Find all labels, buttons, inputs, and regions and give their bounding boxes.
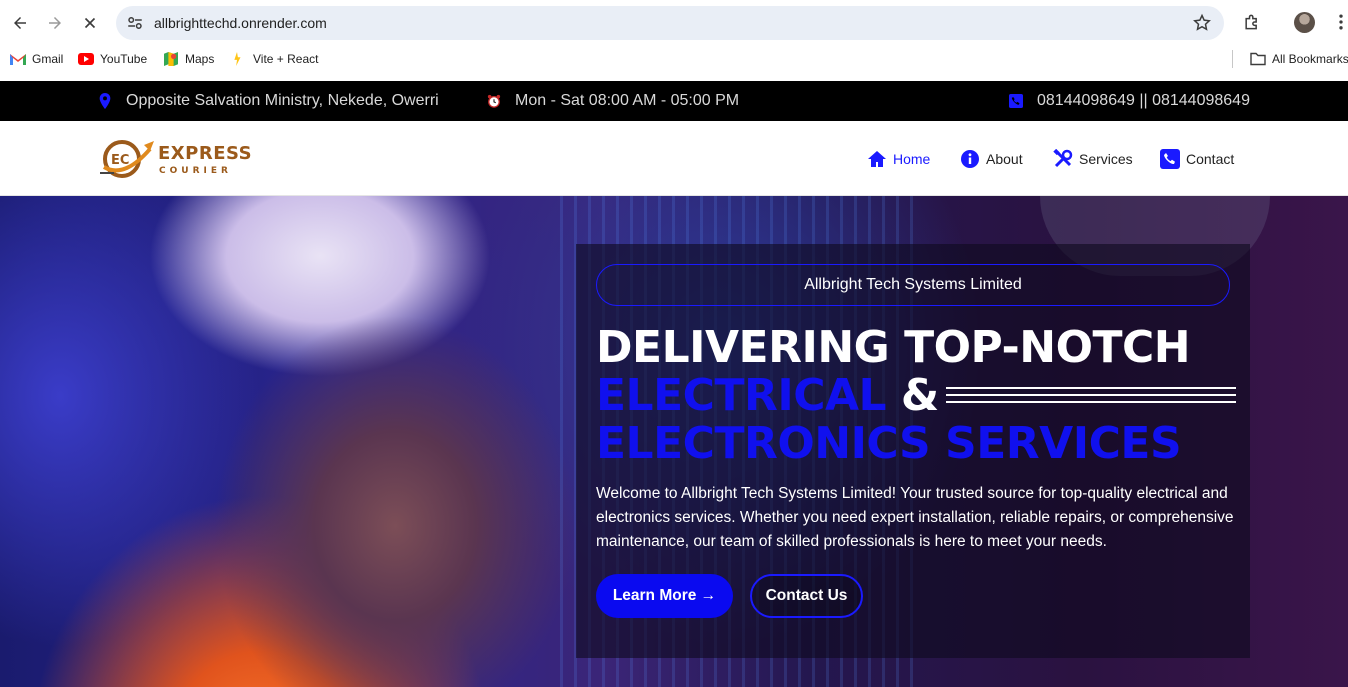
nav-about[interactable]: About <box>960 149 1023 169</box>
phone-icon <box>1160 149 1180 169</box>
topbar-hours: Mon - Sat 08:00 AM - 05:00 PM <box>487 92 739 110</box>
profile-avatar[interactable] <box>1294 12 1315 33</box>
hero-content-panel: Allbright Tech Systems Limited DELIVERIN… <box>576 244 1250 658</box>
headline-line1: DELIVERING TOP-NOTCH <box>596 322 1191 373</box>
bookmark-youtube[interactable]: YouTube <box>78 52 147 66</box>
tools-icon <box>1053 149 1073 168</box>
phone-square-icon <box>1009 94 1023 108</box>
bookmarks-separator <box>1232 50 1233 68</box>
vite-icon <box>234 52 241 66</box>
youtube-icon <box>78 53 94 65</box>
bookmark-maps[interactable]: Maps <box>163 52 214 66</box>
topbar-address: Opposite Salvation Ministry, Nekede, Owe… <box>98 92 439 110</box>
site-logo[interactable]: EC EXPRESS COURIER <box>98 135 252 181</box>
extensions-button[interactable] <box>1240 10 1264 34</box>
logo-text-express: EXPRESS <box>158 143 253 164</box>
decorative-lines <box>946 387 1236 411</box>
hero-description: Welcome to Allbright Tech Systems Limite… <box>596 485 1234 550</box>
bookmark-vite-react[interactable]: Vite + React <box>229 52 318 66</box>
browser-chrome: allbrighttechd.onrender.com Gmail YouTub… <box>0 0 1348 81</box>
headline-line3: ELECTRONICS SERVICES <box>596 418 1182 469</box>
nav-home[interactable]: Home <box>867 149 930 169</box>
puzzle-icon <box>1245 14 1257 30</box>
headline-electrical: ELECTRICAL <box>596 370 887 421</box>
gmail-icon <box>10 54 26 65</box>
main-navbar: EC EXPRESS COURIER Home About Services C… <box>0 121 1348 196</box>
bookmark-star-icon[interactable] <box>1192 13 1212 33</box>
headline-ampersand: & <box>886 370 939 421</box>
contact-topbar: Opposite Salvation Ministry, Nekede, Owe… <box>0 81 1348 121</box>
nav-contact[interactable]: Contact <box>1160 149 1234 169</box>
info-icon <box>961 150 979 168</box>
contact-us-button[interactable]: Contact Us <box>750 574 863 618</box>
home-icon <box>868 151 886 167</box>
forward-button[interactable] <box>40 8 70 38</box>
map-pin-icon <box>99 93 111 109</box>
close-icon <box>84 17 96 29</box>
alarm-clock-icon <box>487 94 501 108</box>
folder-icon <box>1250 52 1266 66</box>
hero-section: Allbright Tech Systems Limited DELIVERIN… <box>0 196 1348 687</box>
topbar-phone[interactable]: 08144098649 || 08144098649 <box>1009 92 1250 110</box>
back-button[interactable] <box>5 8 35 38</box>
bookmark-gmail[interactable]: Gmail <box>10 52 63 66</box>
url-text[interactable]: allbrighttechd.onrender.com <box>154 15 327 31</box>
express-courier-logo-icon: EC <box>100 140 154 178</box>
site-settings-icon[interactable] <box>126 14 144 32</box>
browser-menu-button[interactable] <box>1329 10 1348 34</box>
logo-text-courier: COURIER <box>159 166 232 176</box>
maps-icon <box>164 52 178 66</box>
address-bar[interactable]: allbrighttechd.onrender.com <box>116 6 1224 40</box>
arrow-right-icon <box>49 17 61 29</box>
svg-text:EC: EC <box>111 153 129 168</box>
stop-loading-button[interactable] <box>75 8 105 38</box>
bookmarks-bar: Gmail YouTube Maps Vite + React All Book… <box>0 48 1348 72</box>
hero-tagline-pill: Allbright Tech Systems Limited <box>596 264 1230 306</box>
nav-services[interactable]: Services <box>1053 149 1133 169</box>
more-vertical-icon <box>1339 14 1343 30</box>
arrow-left-icon <box>14 17 26 29</box>
learn-more-button[interactable]: Learn More → <box>596 574 733 618</box>
all-bookmarks-folder[interactable]: All Bookmarks <box>1250 52 1348 66</box>
